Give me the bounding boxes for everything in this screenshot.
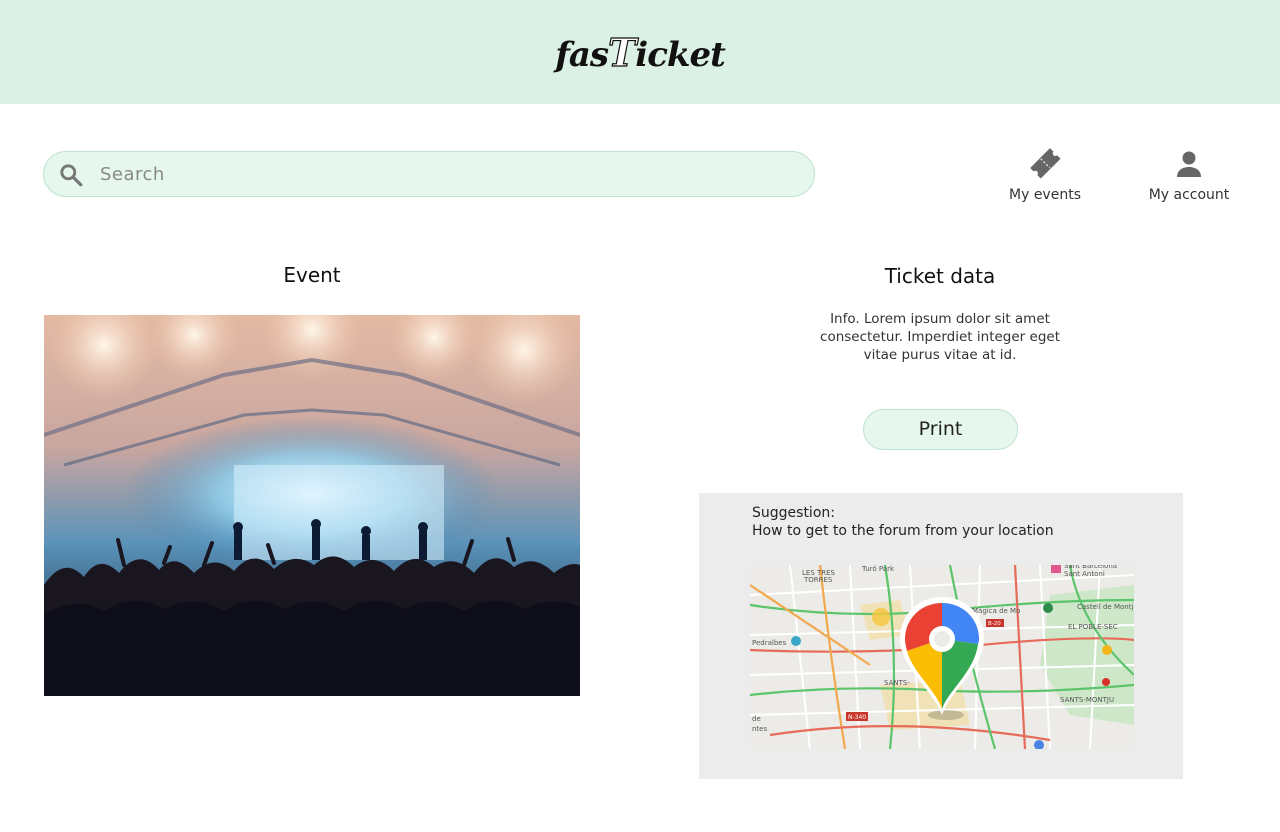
svg-text:Pedralbes: Pedralbes	[752, 639, 787, 647]
ticket-info-line: Info. Lorem ipsum dolor sit amet	[830, 311, 1050, 327]
search-bar[interactable]	[43, 151, 815, 197]
event-title: Event	[283, 263, 341, 287]
svg-text:Turó Park: Turó Park	[861, 565, 895, 573]
route-map[interactable]: LES TRES TORRES Turó Park Sant Barcelona…	[750, 565, 1134, 749]
person-icon	[1177, 151, 1201, 177]
suggestion-panel: Suggestion: How to get to the forum from…	[699, 493, 1183, 779]
my-account-label: My account	[1148, 187, 1230, 203]
svg-text:EL POBLE-SEC: EL POBLE-SEC	[1068, 623, 1118, 631]
svg-text:SANTS-: SANTS-	[884, 679, 910, 687]
search-input[interactable]	[100, 158, 800, 190]
svg-text:ntes: ntes	[752, 725, 767, 733]
my-account-button[interactable]: My account	[1129, 143, 1249, 207]
suggestion-description: How to get to the forum from your locati…	[752, 523, 1054, 539]
svg-text:N-340: N-340	[848, 714, 866, 721]
logo[interactable]: fasTicket	[0, 29, 1280, 75]
svg-text:TORRES: TORRES	[803, 576, 833, 584]
print-button[interactable]: Print	[863, 409, 1018, 450]
ticket-icon	[1030, 148, 1061, 179]
svg-text:Castell de Montj: Castell de Montj	[1077, 603, 1133, 611]
ticket-data-title: Ticket data	[884, 264, 996, 288]
search-icon[interactable]	[58, 162, 84, 188]
svg-text:B-20: B-20	[988, 621, 1001, 627]
svg-text:Màgica de Mo: Màgica de Mo	[972, 607, 1020, 615]
suggestion-text: Suggestion: How to get to the forum from…	[752, 504, 1054, 540]
svg-text:Sant Antoni: Sant Antoni	[1064, 570, 1105, 578]
my-events-button[interactable]: My events	[985, 143, 1105, 207]
ticket-info-line: vitae purus vitae at id.	[863, 347, 1017, 363]
header: fasTicket	[0, 0, 1280, 104]
event-image	[44, 315, 580, 696]
svg-text:SANTS-MONTJU: SANTS-MONTJU	[1060, 696, 1114, 704]
ticket-info-line: consectetur. Imperdiet integer eget	[820, 329, 1060, 345]
my-events-label: My events	[1009, 187, 1081, 203]
svg-text:de: de	[752, 715, 761, 723]
ticket-info: Info. Lorem ipsum dolor sit amet consect…	[800, 310, 1080, 364]
suggestion-heading: Suggestion:	[752, 505, 835, 521]
